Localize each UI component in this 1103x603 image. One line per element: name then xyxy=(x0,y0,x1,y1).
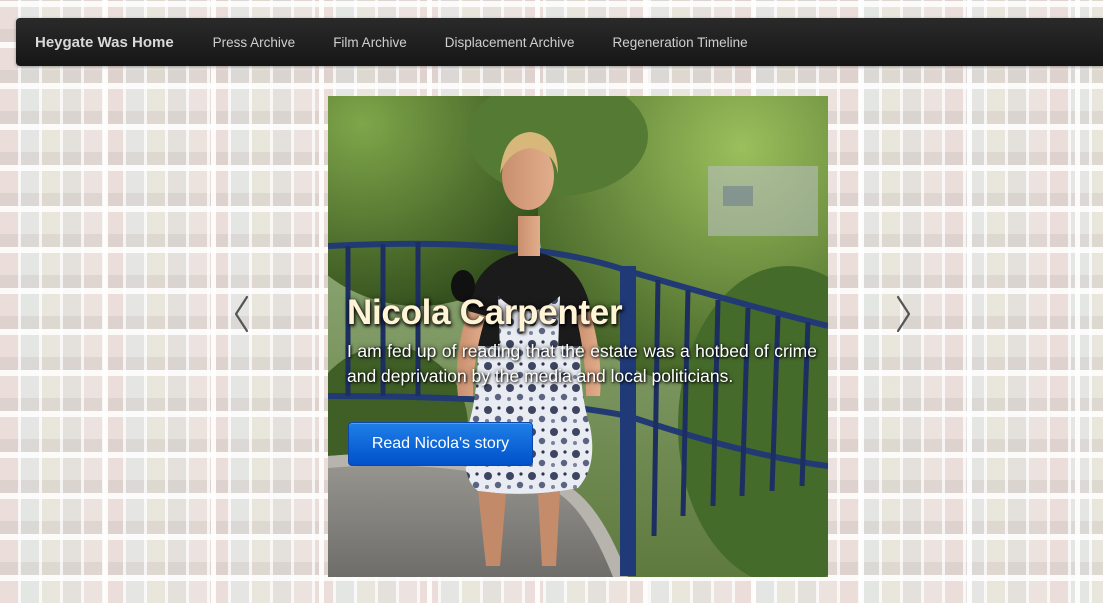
slide-quote: I am fed up of reading that the estate w… xyxy=(347,341,817,386)
slide-caption: Nicola Carpenter I am fed up of reading … xyxy=(347,293,817,389)
nav-item-displacement-archive[interactable]: Displacement Archive xyxy=(445,35,575,50)
nav-item-regeneration-timeline[interactable]: Regeneration Timeline xyxy=(613,35,748,50)
nav-item-press-archive[interactable]: Press Archive xyxy=(213,35,296,50)
chevron-left-icon[interactable] xyxy=(232,294,252,334)
slide-title: Nicola Carpenter xyxy=(347,293,623,332)
brand-link[interactable]: Heygate Was Home xyxy=(35,34,174,51)
nav-item-film-archive[interactable]: Film Archive xyxy=(333,35,407,50)
top-navbar: Heygate Was Home Press Archive Film Arch… xyxy=(16,18,1103,66)
read-story-button[interactable]: Read Nicola's story xyxy=(348,422,533,466)
chevron-right-icon[interactable] xyxy=(893,294,913,334)
carousel-slide: Nicola Carpenter I am fed up of reading … xyxy=(328,96,828,577)
